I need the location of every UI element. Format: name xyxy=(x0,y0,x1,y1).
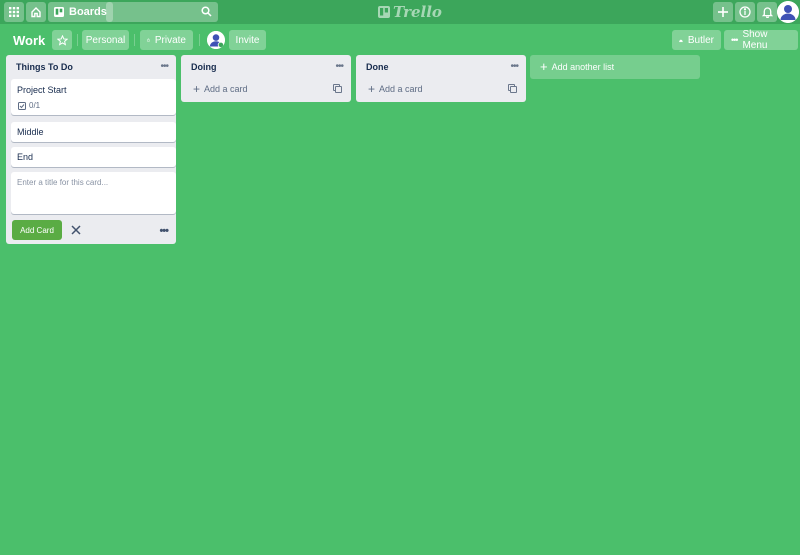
list-done: Done ••• + Add a card xyxy=(356,55,526,102)
invite-label: Invite xyxy=(235,34,260,46)
list-title[interactable]: Doing xyxy=(191,62,217,72)
member-avatar-icon xyxy=(207,31,225,49)
top-header: Boards Trello xyxy=(0,0,800,24)
butler-button[interactable]: Butler xyxy=(672,30,721,50)
plus-icon xyxy=(718,7,728,17)
add-card-label: Add a card xyxy=(204,84,248,94)
board-title[interactable]: Work xyxy=(13,33,45,48)
grid-icon xyxy=(9,7,19,17)
add-card-label: Add a card xyxy=(379,84,423,94)
visibility-label: Private xyxy=(154,34,186,46)
list-header: Doing ••• xyxy=(181,55,351,79)
header-divider xyxy=(77,34,78,46)
card-middle[interactable]: Middle xyxy=(11,122,176,142)
team-label: Personal xyxy=(85,34,126,46)
boards-button[interactable]: Boards xyxy=(48,2,113,22)
member-avatar[interactable] xyxy=(207,31,225,49)
add-card-link[interactable]: + Add a card xyxy=(193,82,248,96)
add-card-link[interactable]: + Add a card xyxy=(368,82,423,96)
card-end[interactable]: End xyxy=(11,147,176,167)
more-icon: ••• xyxy=(731,35,739,45)
boards-label: Boards xyxy=(69,6,107,18)
card-title: End xyxy=(17,152,34,162)
list-doing: Doing ••• + Add a card xyxy=(181,55,351,102)
lock-icon xyxy=(147,38,150,42)
list-title[interactable]: Things To Do xyxy=(16,62,73,72)
card-template-icon[interactable] xyxy=(333,84,342,93)
user-avatar[interactable] xyxy=(777,1,799,23)
trello-logo: Trello xyxy=(378,3,442,21)
card-composer xyxy=(11,172,176,214)
info-button[interactable] xyxy=(735,2,755,22)
board-icon xyxy=(54,7,64,17)
list-menu-button[interactable]: ••• xyxy=(510,61,518,72)
close-icon[interactable] xyxy=(71,225,81,235)
add-list-label: Add another list xyxy=(551,62,615,72)
list-title[interactable]: Done xyxy=(366,62,389,72)
add-list-button[interactable]: + Add another list xyxy=(530,55,700,79)
card-title: Project Start xyxy=(17,85,67,95)
visibility-button[interactable]: Private xyxy=(140,30,193,50)
home-button[interactable] xyxy=(26,2,46,22)
info-icon xyxy=(739,6,751,18)
create-button[interactable] xyxy=(713,2,733,22)
butler-icon xyxy=(679,38,683,42)
card-title-input[interactable] xyxy=(11,172,176,214)
add-card-button[interactable]: Add Card xyxy=(12,220,62,240)
show-menu-label: Show Menu xyxy=(742,29,768,51)
notifications-button[interactable] xyxy=(757,2,777,22)
plus-icon: + xyxy=(540,59,548,74)
checklist-count: 0/1 xyxy=(29,101,41,110)
header-divider xyxy=(134,34,135,46)
invite-button[interactable]: Invite xyxy=(229,30,266,50)
card-project-start[interactable]: Project Start 0/1 xyxy=(11,79,176,115)
home-icon xyxy=(31,7,41,18)
list-things-to-do: Things To Do ••• Project Start 0/1 Middl… xyxy=(6,55,176,244)
butler-label: Butler xyxy=(687,34,714,46)
checklist-badge: 0/1 xyxy=(18,101,40,110)
plus-icon: + xyxy=(193,82,201,96)
trello-logo-icon xyxy=(378,6,390,18)
composer-options-button[interactable]: ••• xyxy=(159,225,169,237)
list-header: Done ••• xyxy=(356,55,526,79)
show-menu-button[interactable]: ••• Show Menu xyxy=(724,29,798,51)
star-icon xyxy=(56,34,68,46)
plus-icon: + xyxy=(368,82,376,96)
star-button[interactable] xyxy=(52,30,72,50)
app-switcher-button[interactable] xyxy=(4,2,24,22)
checklist-icon xyxy=(18,101,26,110)
list-menu-button[interactable]: ••• xyxy=(160,61,168,72)
card-title: Middle xyxy=(17,127,44,137)
list-menu-button[interactable]: ••• xyxy=(335,61,343,72)
user-avatar-icon xyxy=(777,1,799,23)
bell-icon xyxy=(761,7,773,18)
search-icon xyxy=(201,6,212,17)
search-input[interactable] xyxy=(106,2,218,22)
header-divider xyxy=(199,34,200,46)
card-template-icon[interactable] xyxy=(508,84,517,93)
logo-text: Trello xyxy=(393,3,442,21)
list-header: Things To Do ••• xyxy=(6,55,176,79)
team-button[interactable]: Personal xyxy=(82,30,129,50)
